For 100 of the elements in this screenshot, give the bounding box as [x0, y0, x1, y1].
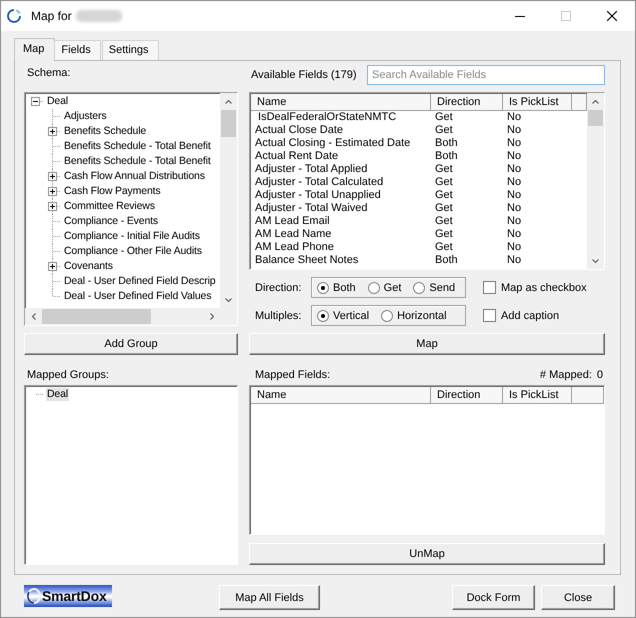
- table-cell-text: No: [506, 215, 522, 228]
- blurred-block: [76, 10, 122, 22]
- table-cell-text: Get: [434, 202, 454, 215]
- column-header[interactable]: Direction: [431, 387, 503, 404]
- radio-option[interactable]: Get: [368, 282, 402, 294]
- column-header[interactable]: Name: [251, 94, 431, 111]
- tree-item[interactable]: Benefits Schedule: [63, 125, 148, 138]
- table-cell-text: Get: [434, 163, 454, 176]
- table-cell-text: Adjuster - Total Unapplied: [254, 189, 382, 202]
- tree-item[interactable]: Compliance - Events: [63, 215, 160, 228]
- tree-item[interactable]: Benefits Schedule - Total Benefit: [63, 140, 212, 153]
- swirl-icon: [7, 9, 21, 23]
- tree-item[interactable]: Deal - User Defined Field Values: [63, 290, 212, 303]
- scrollbar-thumb[interactable]: [42, 309, 152, 324]
- radio-option[interactable]: Send: [413, 282, 456, 294]
- column-header[interactable]: Name: [251, 387, 431, 404]
- scrollbar-thumb[interactable]: [588, 110, 603, 126]
- unmap-button[interactable]: UnMap: [249, 543, 605, 565]
- plus-icon[interactable]: [48, 187, 57, 196]
- radio-option[interactable]: Horizontal: [381, 310, 447, 322]
- checkbox-icon[interactable]: [483, 281, 496, 294]
- radio-icon[interactable]: [317, 310, 329, 322]
- table-cell-text: Both: [434, 137, 459, 150]
- tree-item[interactable]: Compliance - Other File Audits: [63, 245, 203, 258]
- table-cell-text: Get: [434, 241, 454, 254]
- table-cell-text: No: [506, 111, 522, 124]
- radio-icon[interactable]: [381, 310, 394, 322]
- table-cell-text: No: [506, 241, 522, 254]
- plus-icon[interactable]: [48, 202, 57, 211]
- table-cell-text: AM Lead Name: [254, 228, 332, 241]
- table-cell-text: No: [506, 137, 522, 150]
- blank-column-header: [572, 387, 604, 404]
- close-icon[interactable]: [607, 11, 617, 21]
- tab[interactable]: Settings: [102, 40, 158, 60]
- chevron-left-icon[interactable]: [32, 313, 36, 320]
- chevron-down-icon[interactable]: [592, 258, 599, 262]
- table-cell-text: Balance Sheet Notes: [254, 254, 360, 267]
- chevron-right-icon[interactable]: [210, 313, 214, 320]
- section-label: Schema:: [27, 67, 70, 80]
- table-cell-text: Get: [434, 111, 454, 124]
- map-all-fields-button[interactable]: Map All Fields: [219, 585, 320, 610]
- search-field[interactable]: Search Available Fields: [367, 65, 605, 85]
- vertical-scrollbar[interactable]: [587, 93, 604, 269]
- tree-item[interactable]: Compliance - Initial File Audits: [63, 230, 201, 243]
- chevron-up-icon[interactable]: [592, 100, 599, 104]
- tree-item[interactable]: Covenants: [63, 260, 114, 273]
- mapped-fields-list[interactable]: Name Direction Is PickList: [249, 385, 605, 535]
- vertical-scrollbar[interactable]: [220, 93, 237, 308]
- table-cell-text: No: [506, 189, 522, 202]
- field-label: Multiples:: [255, 310, 302, 322]
- window-title: Map for: [31, 9, 72, 23]
- dock-form-button[interactable]: Dock Form: [452, 585, 535, 610]
- chevron-down-icon[interactable]: [225, 298, 232, 302]
- minus-icon[interactable]: [31, 97, 40, 106]
- tab[interactable]: Fields: [54, 40, 101, 60]
- table-cell-text: No: [506, 124, 522, 137]
- table-cell-text: No: [506, 176, 522, 189]
- tree-item[interactable]: Adjusters: [63, 110, 108, 123]
- column-header[interactable]: Direction: [431, 94, 503, 111]
- tree-item[interactable]: Committee Reviews: [63, 200, 156, 213]
- plus-icon[interactable]: [48, 127, 57, 136]
- radio-option[interactable]: Both: [317, 282, 356, 294]
- radio-icon[interactable]: [413, 282, 426, 294]
- tree-item[interactable]: Deal: [46, 95, 69, 108]
- blank-column-header: [572, 94, 587, 111]
- radio-icon[interactable]: [368, 282, 380, 294]
- scrollbar-thumb[interactable]: [221, 110, 236, 138]
- table-cell-text: Actual Rent Date: [254, 150, 340, 163]
- table-cell-text: AM Lead Phone: [254, 241, 335, 254]
- table-cell-text: Get: [434, 124, 454, 137]
- plus-icon[interactable]: [48, 262, 57, 271]
- table-cell-text: Adjuster - Total Applied: [254, 163, 368, 176]
- checkbox-icon[interactable]: [483, 309, 496, 322]
- radio-option[interactable]: Vertical: [317, 310, 370, 322]
- column-header[interactable]: Is PickList: [503, 387, 572, 404]
- plus-icon[interactable]: [48, 172, 57, 181]
- column-header[interactable]: Is PickList: [503, 94, 572, 111]
- close-button[interactable]: Close: [541, 585, 615, 610]
- horizontal-scrollbar[interactable]: [25, 308, 220, 325]
- tab[interactable]: Map: [14, 38, 56, 61]
- available-fields-list[interactable]: [249, 92, 605, 270]
- tree-item[interactable]: Deal - User Defined Field Descrip: [63, 275, 216, 288]
- radio-icon[interactable]: [317, 282, 329, 294]
- logo-text: SmartDox: [42, 588, 107, 604]
- tree-item[interactable]: Deal: [46, 388, 69, 401]
- map-button[interactable]: Map: [249, 333, 605, 355]
- section-label: Mapped Groups:: [27, 368, 109, 383]
- schema-tree[interactable]: [24, 92, 238, 326]
- table-cell-text: Get: [434, 215, 454, 228]
- table-cell-text: Actual Close Date: [254, 124, 344, 137]
- tree-item[interactable]: Cash Flow Annual Distributions: [63, 170, 206, 183]
- add-group-button[interactable]: Add Group: [24, 333, 238, 355]
- mapped-groups-tree[interactable]: Deal: [24, 385, 238, 565]
- chevron-up-icon[interactable]: [225, 100, 232, 104]
- checkbox-option[interactable]: Add caption: [483, 309, 560, 322]
- table-cell-text: No: [506, 163, 522, 176]
- tree-item[interactable]: Benefits Schedule - Total Benefit: [63, 155, 212, 168]
- checkbox-option[interactable]: Map as checkbox: [483, 281, 587, 294]
- tree-item[interactable]: Cash Flow Payments: [63, 185, 162, 198]
- mapped-count: 0: [596, 368, 603, 383]
